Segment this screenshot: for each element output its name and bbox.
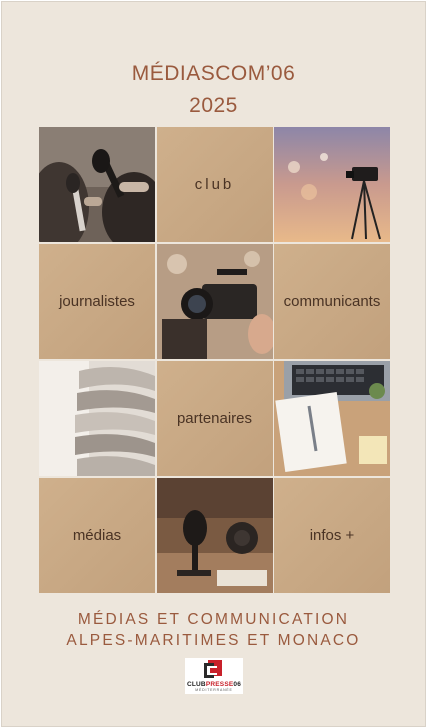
studio-microphone-photo-tile[interactable] [156, 478, 273, 593]
video-camera-icon [274, 127, 390, 242]
page-year: 2025 [189, 94, 238, 117]
tile-grid: club journalistes communicants partenair… [39, 127, 390, 593]
video-camera-stage-photo-tile[interactable] [274, 127, 390, 242]
tile-club[interactable]: club [156, 127, 273, 242]
cinema-camera-photo-tile[interactable] [156, 244, 273, 359]
newspapers-photo-tile[interactable] [39, 361, 155, 476]
page-title: MÉDIASCOM’06 [131, 62, 296, 85]
notebook-laptop-icon [274, 361, 390, 476]
club-presse-logo[interactable]: CLUBPRESSE06 MÉDITERRANÉE [185, 658, 243, 694]
cinema-camera-icon [156, 244, 273, 359]
studio-microphone-icon [156, 478, 273, 593]
newspapers-icon [39, 361, 155, 476]
tile-medias[interactable]: médias [39, 478, 155, 593]
tile-infos[interactable]: infos + [274, 478, 390, 593]
tile-journalistes[interactable]: journalistes [39, 244, 155, 359]
tile-communicants[interactable]: communicants [274, 244, 390, 359]
press-microphones-icon [39, 127, 155, 242]
tile-infos-label: infos + [309, 527, 355, 544]
club-presse-logo-tagline: MÉDITERRANÉE [195, 688, 233, 692]
tile-journalistes-label: journalistes [59, 293, 135, 310]
press-microphones-photo-tile[interactable] [39, 127, 155, 242]
club-presse-logo-icon [204, 660, 222, 678]
notebook-laptop-photo-tile[interactable] [274, 361, 390, 476]
tile-partenaires[interactable]: partenaires [156, 361, 273, 476]
club-presse-logo-text: CLUBPRESSE06 [186, 681, 242, 688]
tile-medias-label: médias [72, 527, 122, 544]
tile-partenaires-label: partenaires [176, 410, 253, 427]
tagline-line1: MÉDIAS ET COMMUNICATION [77, 611, 350, 628]
tagline-line2: ALPES-MARITIMES ET MONACO [66, 632, 361, 649]
tile-club-label: club [194, 176, 235, 193]
card: MÉDIASCOM’06 2025 club journalistes comm… [1, 1, 426, 727]
tile-communicants-label: communicants [283, 293, 381, 310]
